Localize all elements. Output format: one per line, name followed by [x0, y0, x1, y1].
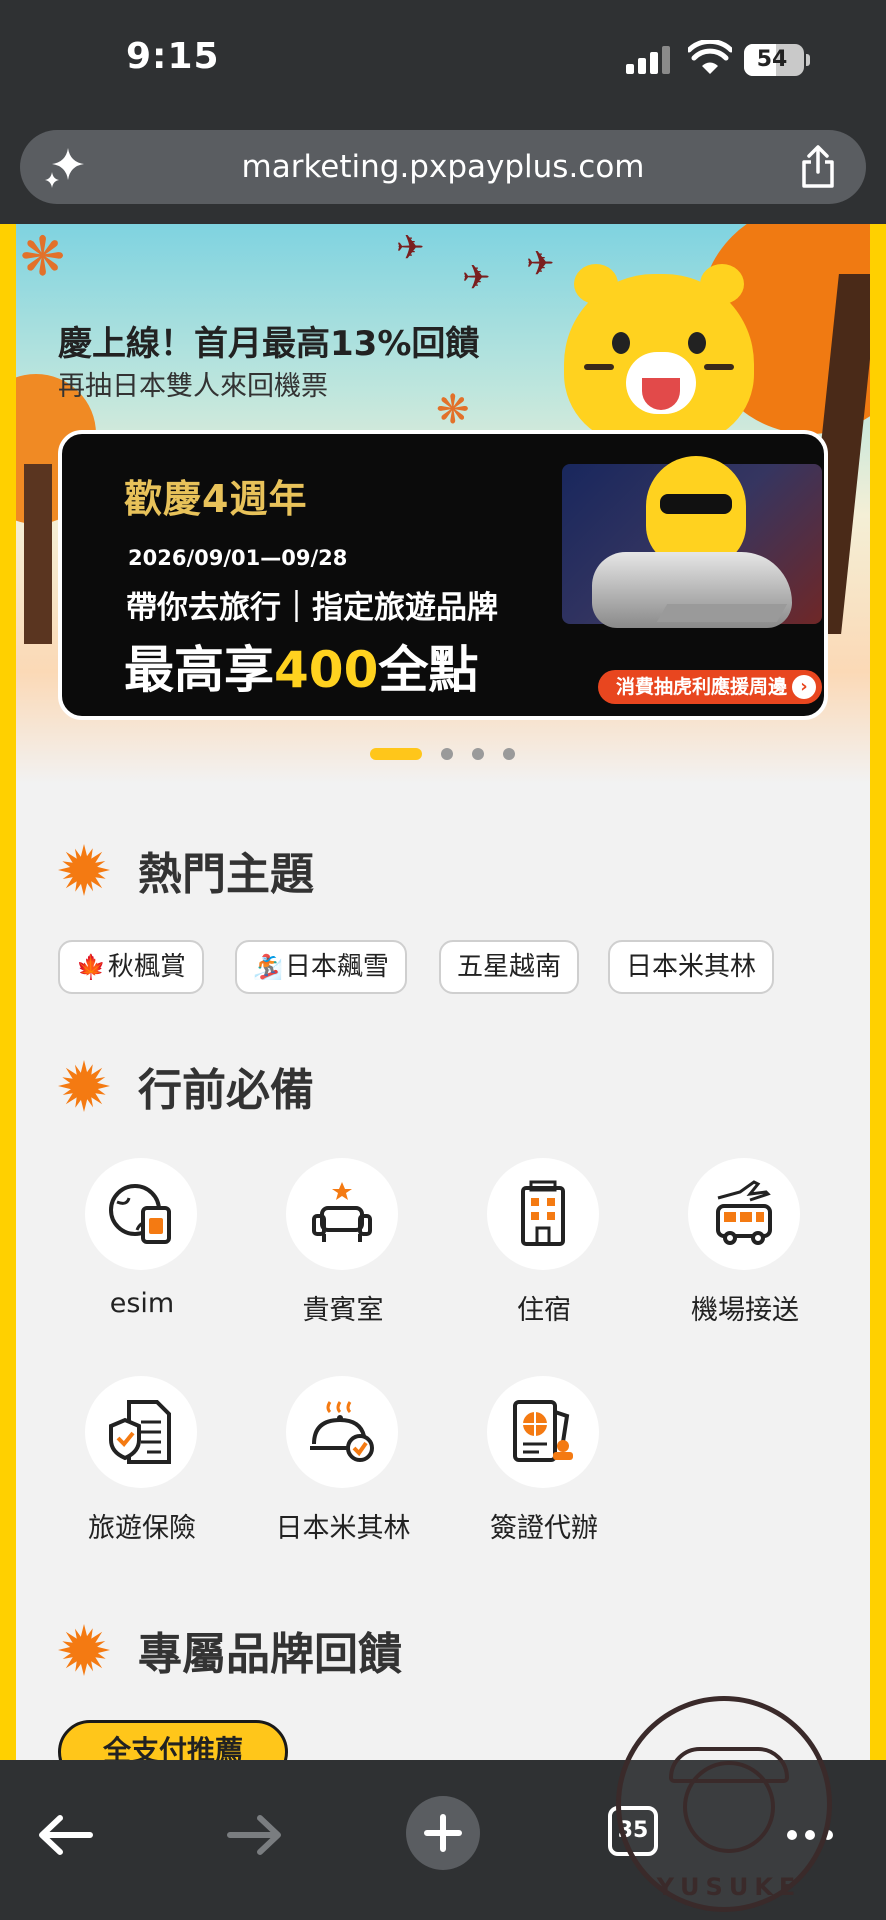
service-label: 旅遊保險 [88, 1513, 196, 1544]
service-lounge[interactable]: 貴賓室 [268, 1158, 418, 1328]
service-airport-transfer[interactable]: 機場接送 [670, 1158, 820, 1328]
tiger-mascot [564, 264, 754, 444]
topic-chip-japan-ski[interactable]: 🏂日本飆雪 [235, 940, 407, 994]
lounge-seat-icon [286, 1158, 398, 1270]
promo-offer-suffix: 全點 [378, 641, 479, 699]
bird-icon: ✈ [396, 228, 425, 268]
starburst-icon [58, 844, 110, 896]
promo-banner-card[interactable]: 歡慶4週年 2026/09/01—09/28 帶你去旅行｜指定旅遊品牌 最高享4… [58, 430, 828, 720]
promo-offer: 最高享400全點 [124, 630, 478, 702]
promo-offer-prefix: 最高享 [124, 641, 274, 699]
watermark-text: YUSUKE [656, 1873, 802, 1901]
hotel-icon [487, 1158, 599, 1270]
promo-cta-label: 消費抽虎利應援周邊 [616, 676, 788, 698]
starburst-icon [58, 1060, 110, 1112]
snowboard-icon: 🏂 [253, 953, 283, 981]
starburst-icon [58, 1624, 110, 1676]
service-label: esim [109, 1288, 175, 1319]
back-arrow-icon[interactable] [30, 1800, 100, 1870]
service-esim[interactable]: esim [67, 1158, 217, 1328]
airport-shuttle-icon [688, 1158, 800, 1270]
carousel-dot-4[interactable] [503, 748, 515, 760]
carousel-indicator[interactable] [0, 742, 886, 762]
brand-filter-pill[interactable]: 全支付推薦 [58, 1720, 288, 1760]
bird-icon: ✈ [462, 258, 491, 298]
forward-arrow-icon[interactable] [220, 1800, 290, 1870]
insurance-icon [85, 1376, 197, 1488]
promo-offer-amount: 400 [274, 641, 379, 699]
tree-trunk-illustration [24, 464, 52, 644]
maple-leaf-icon: ❋ [20, 225, 66, 288]
dining-cloche-icon [286, 1376, 398, 1488]
status-bar: 9:15 54 marketing.pxpayplus.com [0, 0, 886, 204]
airplane-wing-illustration [656, 604, 788, 622]
section-title-text: 熱門主題 [138, 849, 314, 900]
topic-chip-japan-michelin[interactable]: 日本米其林 [608, 940, 775, 994]
service-label: 機場接送 [691, 1295, 799, 1326]
section-title-text: 專屬品牌回饋 [138, 1629, 402, 1680]
bird-icon: ✈ [526, 244, 555, 284]
service-label: 簽證代辦 [490, 1513, 598, 1544]
carousel-dot-2[interactable] [441, 748, 453, 760]
watermark-stamp: YUSUKE [616, 1696, 832, 1912]
hero-subtitle: 再抽日本雙人來回機票 [58, 371, 328, 402]
page-border-right [870, 224, 886, 1760]
tiger-mascot-sunglasses [646, 456, 746, 566]
share-icon[interactable] [798, 144, 838, 190]
service-visa[interactable]: 簽證代辦 [469, 1376, 619, 1546]
maple-leaf-icon: 🍁 [76, 953, 106, 981]
service-label: 住宿 [517, 1295, 571, 1326]
chip-label: 日本米其林 [626, 952, 757, 982]
sparkle-icon[interactable] [42, 144, 88, 190]
address-bar[interactable]: marketing.pxpayplus.com [20, 130, 866, 204]
page-border-left [0, 224, 16, 1760]
passport-icon [487, 1376, 599, 1488]
hero-title: 慶上線！首月最高13%回饋 [58, 324, 480, 364]
chip-label: 秋楓賞 [107, 952, 186, 982]
topic-chip-autumn-maple[interactable]: 🍁秋楓賞 [58, 940, 204, 994]
esim-icon [85, 1158, 197, 1270]
topic-chip-vietnam[interactable]: 五星越南 [439, 940, 580, 994]
service-label: 貴賓室 [302, 1295, 384, 1326]
web-page: ❋ ❋ ✈ ✈ ✈ 慶上線！首月最高13%回饋 再抽日本雙人來回機票 歡慶4週年… [0, 224, 886, 1760]
promo-date-range: 2026/09/01—09/28 [128, 546, 348, 570]
maple-leaf-icon: ❋ [436, 387, 470, 433]
service-japan-michelin[interactable]: 日本米其林 [268, 1376, 418, 1546]
battery-percent: 54 [756, 47, 788, 72]
section-title-text: 行前必備 [138, 1065, 314, 1116]
service-hotel[interactable]: 住宿 [469, 1158, 619, 1328]
carousel-dot-3[interactable] [472, 748, 484, 760]
chip-label: 日本飆雪 [284, 952, 389, 982]
battery-icon: 54 [744, 44, 804, 76]
chip-label: 五星越南 [457, 952, 562, 982]
service-travel-insurance[interactable]: 旅遊保險 [67, 1376, 217, 1546]
cellular-signal-icon [626, 46, 674, 74]
service-label: 日本米其林 [275, 1513, 411, 1544]
battery-tip [806, 54, 810, 66]
hero-banner[interactable]: ❋ ❋ ✈ ✈ ✈ 慶上線！首月最高13%回饋 再抽日本雙人來回機票 歡慶4週年… [16, 224, 870, 784]
new-tab-button[interactable] [406, 1796, 480, 1870]
carousel-dot-1[interactable] [370, 748, 422, 760]
plus-icon [424, 1814, 462, 1852]
anniversary-logo: 歡慶4週年 [124, 477, 308, 521]
promo-headline: 帶你去旅行｜指定旅遊品牌 [126, 590, 498, 626]
url-text[interactable]: marketing.pxpayplus.com [120, 130, 766, 204]
wifi-icon [688, 40, 732, 74]
promo-cta-button[interactable]: 消費抽虎利應援周邊 › [598, 670, 822, 704]
chevron-right-icon: › [792, 675, 816, 699]
clock: 9:15 [126, 36, 220, 77]
